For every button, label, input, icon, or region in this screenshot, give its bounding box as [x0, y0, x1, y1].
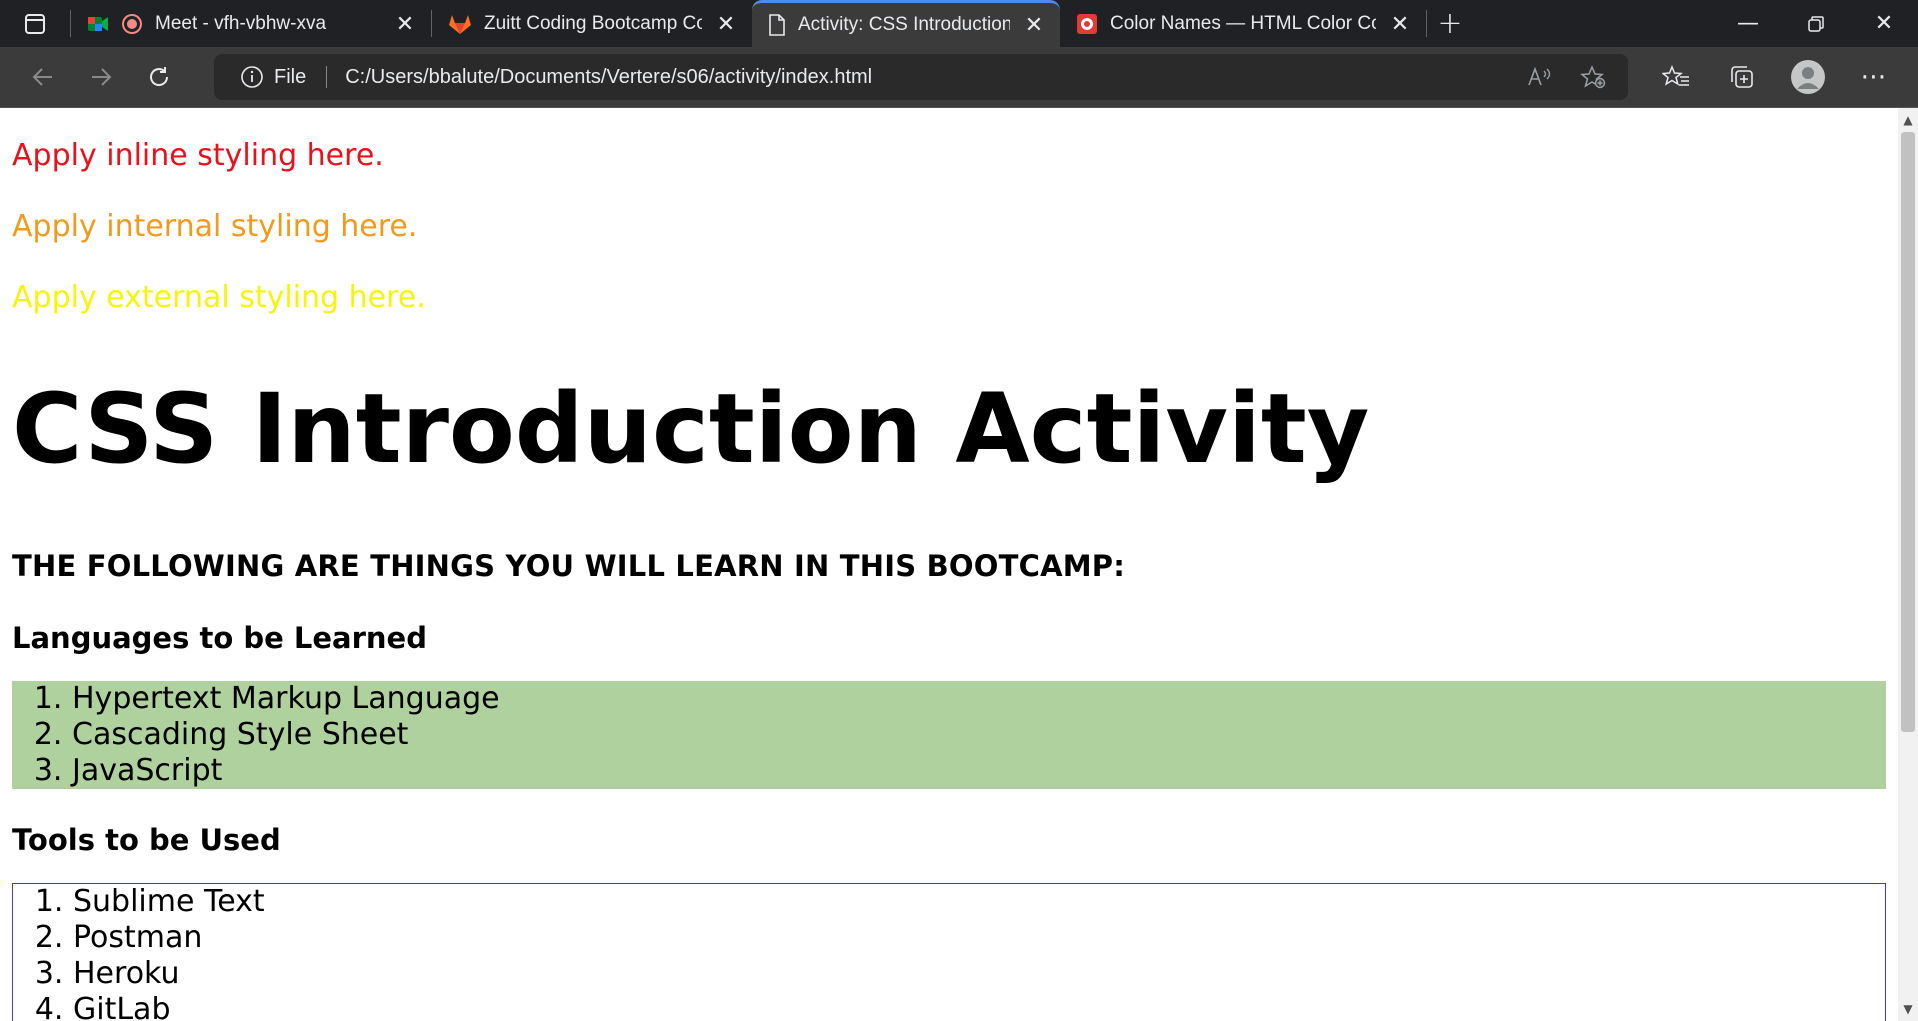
- toolbar-actions: ⋯: [1648, 54, 1902, 100]
- internal-styling-text: Apply internal styling here.: [12, 209, 418, 244]
- tab-actions-button[interactable]: [0, 0, 70, 47]
- address-divider: [326, 66, 328, 88]
- page-title: CSS Introduction Activity: [12, 373, 1370, 485]
- tab-title: Color Names — HTML Color Coc: [1110, 12, 1376, 34]
- reload-button[interactable]: [130, 49, 188, 105]
- tab-zuitt[interactable]: Zuitt Coding Bootcamp Corporat ✕: [432, 0, 752, 47]
- list-item: Heroku: [73, 956, 1885, 992]
- forward-button[interactable]: [72, 49, 130, 105]
- tab-meet[interactable]: Meet - vfh-vbhw-xva ✕: [71, 0, 431, 47]
- address-bar[interactable]: File C:/Users/bbalute/Documents/Vertere/…: [214, 54, 1628, 100]
- favorites-icon: [1662, 65, 1689, 86]
- tools-list: Sublime Text Postman Heroku GitLab: [12, 882, 1886, 1021]
- plus-icon: +: [1437, 6, 1463, 41]
- tab-close-icon[interactable]: ✕: [714, 11, 738, 36]
- reload-icon: [150, 67, 169, 86]
- profile-button[interactable]: [1780, 54, 1836, 100]
- restore-button[interactable]: [1782, 0, 1850, 47]
- list-item: Postman: [73, 920, 1885, 956]
- scheme-label: File: [274, 65, 307, 88]
- forward-arrow-icon: [92, 68, 112, 86]
- tab-close-icon[interactable]: ✕: [1388, 11, 1412, 36]
- list-item: Cascading Style Sheet: [72, 717, 1886, 753]
- tab-color-names[interactable]: Color Names — HTML Color Coc ✕: [1060, 0, 1426, 47]
- favorites-button[interactable]: [1648, 54, 1704, 100]
- languages-list: Hypertext Markup Language Cascading Styl…: [12, 680, 1886, 789]
- scroll-up-arrow-icon[interactable]: ▲: [1898, 110, 1918, 130]
- color-site-icon: [1077, 13, 1097, 34]
- scroll-down-arrow-icon[interactable]: ▼: [1898, 999, 1918, 1019]
- collections-icon: [1731, 66, 1753, 88]
- restore-icon: [1808, 15, 1824, 32]
- tab-close-icon[interactable]: ✕: [393, 11, 417, 36]
- close-icon: ✕: [1874, 11, 1894, 36]
- back-arrow-icon: [32, 68, 52, 86]
- settings-more-button[interactable]: ⋯: [1846, 54, 1902, 100]
- url-text[interactable]: C:/Users/bbalute/Documents/Vertere/s06/a…: [345, 66, 1526, 89]
- vertical-scrollbar[interactable]: ▲ ▼: [1898, 108, 1918, 1021]
- document-icon: [769, 14, 785, 36]
- gitlab-icon: [449, 14, 471, 34]
- avatar-icon: [1791, 60, 1825, 94]
- tab-actions-icon: [25, 13, 45, 34]
- back-button[interactable]: [14, 49, 72, 105]
- page-viewport: Apply inline styling here. Apply interna…: [0, 108, 1898, 1021]
- window-controls: — ✕: [1714, 0, 1918, 47]
- external-styling-text: Apply external styling here.: [12, 280, 426, 315]
- inline-styling-text: Apply inline styling here.: [12, 138, 384, 173]
- minimize-icon: —: [1737, 11, 1759, 36]
- list-item: Sublime Text: [73, 884, 1885, 920]
- new-tab-button[interactable]: +: [1427, 0, 1473, 47]
- tools-heading: Tools to be Used: [12, 822, 281, 857]
- tab-css-introduction[interactable]: Activity: CSS Introduction ✕: [752, 0, 1060, 47]
- collections-button[interactable]: [1714, 54, 1770, 100]
- list-item: GitLab: [73, 992, 1885, 1021]
- tab-strip: Meet - vfh-vbhw-xva ✕ Zuitt Coding Bootc…: [0, 0, 1918, 47]
- list-item: Hypertext Markup Language: [72, 681, 1886, 717]
- tab-close-icon[interactable]: ✕: [1022, 12, 1046, 37]
- add-favorite-icon[interactable]: [1580, 65, 1606, 89]
- languages-heading: Languages to be Learned: [12, 620, 427, 655]
- more-icon: ⋯: [1860, 62, 1888, 92]
- list-item: JavaScript: [72, 753, 1886, 789]
- page-content: Apply inline styling here. Apply interna…: [0, 138, 1898, 1021]
- tab-title: Meet - vfh-vbhw-xva: [155, 12, 327, 34]
- bootcamp-subtitle: THE FOLLOWING ARE THINGS YOU WILL LEARN …: [12, 548, 1126, 583]
- tab-title: Activity: CSS Introduction: [798, 14, 1010, 35]
- browser-toolbar: File C:/Users/bbalute/Documents/Vertere/…: [0, 47, 1918, 108]
- close-window-button[interactable]: ✕: [1850, 0, 1918, 47]
- site-info-button[interactable]: File: [214, 65, 306, 89]
- address-actions: [1526, 65, 1628, 89]
- google-meet-icon: [88, 16, 108, 31]
- tab-title: Zuitt Coding Bootcamp Corporat: [484, 12, 702, 34]
- minimize-button[interactable]: —: [1714, 0, 1782, 47]
- recording-icon: [122, 13, 142, 34]
- read-aloud-icon[interactable]: [1526, 65, 1552, 89]
- scrollbar-thumb[interactable]: [1901, 132, 1915, 732]
- info-icon: [241, 66, 263, 88]
